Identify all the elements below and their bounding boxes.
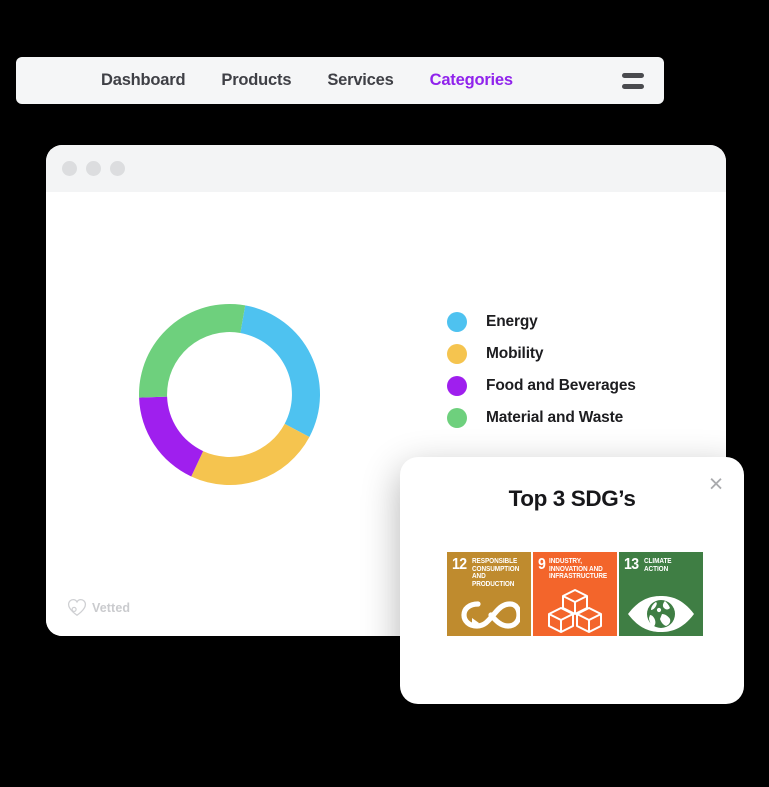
legend-label-material-and-waste: Material and Waste (486, 409, 624, 426)
sdg-tile-12-name: RESPONSIBLE CONSUMPTION AND PRODUCTION (471, 558, 519, 588)
legend-item-material-and-waste[interactable]: Material and Waste (447, 407, 636, 429)
donut-svg (139, 304, 320, 485)
legend-item-mobility[interactable]: Mobility (447, 343, 636, 365)
legend-item-food-and-beverages[interactable]: Food and Beverages (447, 375, 636, 397)
sdg-tile-12[interactable]: 12 RESPONSIBLE CONSUMPTION AND PRODUCTIO… (447, 552, 531, 636)
sdg-tile-9[interactable]: 9 INDUSTRY, INNOVATION AND INFRASTRUCTUR… (533, 552, 617, 636)
donut-segment-mobility[interactable] (191, 423, 310, 485)
heart-logo-icon (67, 598, 87, 616)
donut-segment-food-and-beverages[interactable] (139, 396, 204, 477)
legend-swatch-food-and-beverages (447, 376, 467, 396)
vetted-watermark: Vetted (67, 598, 130, 617)
nav-item-services[interactable]: Services (327, 71, 393, 90)
legend-item-energy[interactable]: Energy (447, 311, 636, 333)
sdg-tile-9-header: 9 INDUSTRY, INNOVATION AND INFRASTRUCTUR… (533, 552, 617, 581)
sdg-tile-13-name: CLIMATE ACTION (643, 558, 672, 573)
sdg-tile-12-number: 12 (452, 556, 467, 573)
hamburger-bar-bottom (622, 83, 644, 89)
legend-swatch-material-and-waste (447, 408, 467, 428)
nav-item-list: Dashboard Products Services Categories (101, 71, 513, 90)
nav-item-categories[interactable]: Categories (430, 71, 513, 90)
browser-title-bar (46, 145, 726, 192)
window-close-dot[interactable] (62, 161, 77, 176)
window-controls (62, 161, 125, 176)
hamburger-bar-top (622, 72, 644, 78)
nav-item-dashboard[interactable]: Dashboard (101, 71, 186, 90)
sdg-tile-12-header: 12 RESPONSIBLE CONSUMPTION AND PRODUCTIO… (447, 552, 531, 588)
donut-segment-material-and-waste[interactable] (139, 304, 246, 398)
main-navigation: Dashboard Products Services Categories (16, 57, 664, 104)
sdg-tile-list: 12 RESPONSIBLE CONSUMPTION AND PRODUCTIO… (447, 552, 703, 636)
nav-item-products[interactable]: Products (221, 71, 291, 90)
infinity-arrow-icon (447, 596, 531, 634)
categories-donut-chart (139, 304, 320, 485)
legend-swatch-energy (447, 312, 467, 332)
legend-swatch-mobility (447, 344, 467, 364)
hamburger-icon[interactable] (622, 72, 644, 89)
window-minimize-dot[interactable] (86, 161, 101, 176)
sdg-tile-9-name: INDUSTRY, INNOVATION AND INFRASTRUCTURE (549, 558, 608, 581)
legend-label-energy: Energy (486, 313, 538, 330)
vetted-label: Vetted (92, 600, 131, 615)
chart-legend: Energy Mobility Food and Beverages Mater… (447, 311, 636, 429)
sdg-tile-13[interactable]: 13 CLIMATE ACTION (619, 552, 703, 636)
eye-globe-icon (619, 594, 703, 634)
top-sdg-card: × Top 3 SDG’s 12 RESPONSIBLE CONSUMPTION… (400, 457, 744, 704)
donut-segment-energy[interactable] (240, 305, 320, 437)
legend-label-food-and-beverages: Food and Beverages (486, 377, 636, 394)
cubes-icon (533, 588, 617, 634)
window-maximize-dot[interactable] (110, 161, 125, 176)
legend-label-mobility: Mobility (486, 345, 544, 362)
donut-segment-group (139, 304, 320, 485)
sdg-tile-9-number: 9 (538, 556, 546, 573)
sdg-tile-13-header: 13 CLIMATE ACTION (619, 552, 703, 573)
sdg-tile-13-number: 13 (624, 556, 639, 573)
card-title: Top 3 SDG’s (508, 486, 636, 511)
page-root: Dashboard Products Services Categories E… (0, 0, 769, 787)
